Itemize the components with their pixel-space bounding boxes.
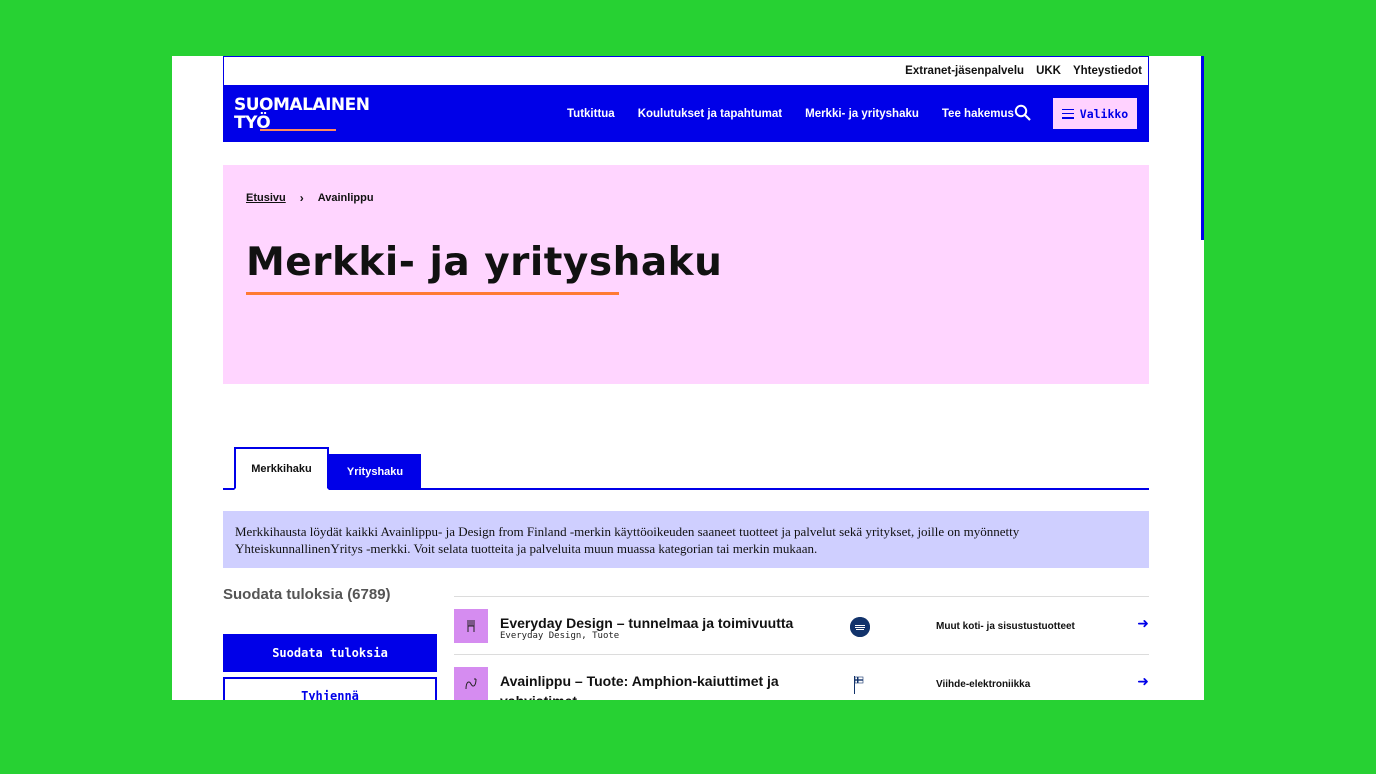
result-title[interactable]: Avainlippu – Tuote: Amphion-kaiuttimet j…: [500, 671, 800, 700]
page-scrollbar[interactable]: [1201, 56, 1204, 240]
logo-line1: SUOMALAINEN: [234, 95, 370, 115]
search-tabs: Merkkihaku Yrityshaku: [223, 447, 1149, 490]
faq-link[interactable]: UKK: [1036, 65, 1061, 77]
menu-button[interactable]: Valikko: [1053, 98, 1137, 129]
page-title: Merkki- ja yrityshaku: [246, 240, 723, 285]
clear-filter-button[interactable]: Tyhjennä: [223, 677, 437, 700]
avainlippu-flag-icon: [850, 675, 870, 695]
nav-item-apply[interactable]: Tee hakemus: [942, 108, 1014, 120]
results-list: Everyday Design – tunnelmaa ja toimivuut…: [454, 596, 1149, 700]
hamburger-icon: [1061, 108, 1074, 119]
nav-item-research[interactable]: Tutkittua: [567, 108, 615, 120]
main-nav: Tutkittua Koulutukset ja tapahtumat Merk…: [567, 85, 1014, 142]
logo-underline: [260, 129, 336, 131]
tab-merkkihaku[interactable]: Merkkihaku: [234, 447, 329, 490]
info-text: Merkkihausta löydät kaikki Avainlippu- j…: [235, 524, 1020, 556]
result-subtitle: Everyday Design, Tuote: [500, 631, 620, 641]
utility-bar: Extranet-jäsenpalvelu UKK Yhteystiedot: [223, 56, 1149, 85]
extranet-link[interactable]: Extranet-jäsenpalvelu: [905, 65, 1024, 77]
breadcrumb: Etusivu › Avainlippu: [246, 191, 374, 205]
clear-filter-label: Tyhjennä: [301, 689, 359, 700]
result-row[interactable]: Avainlippu – Tuote: Amphion-kaiuttimet j…: [454, 654, 1149, 700]
chevron-right-icon: ›: [299, 191, 304, 205]
result-category: Viihde-elektroniikka: [936, 679, 1031, 690]
filter-title: Suodata tuloksia (6789): [223, 586, 391, 603]
arrow-right-icon[interactable]: ➜: [1137, 615, 1149, 632]
chair-icon: [454, 609, 488, 643]
main-header: SUOMALAINEN TYÖ Tutkittua Koulutukset ja…: [223, 85, 1149, 142]
nav-item-mark-search[interactable]: Merkki- ja yrityshaku: [805, 108, 919, 120]
speaker-icon: [454, 667, 488, 700]
result-title[interactable]: Everyday Design – tunnelmaa ja toimivuut…: [500, 613, 800, 633]
arrow-right-icon[interactable]: ➜: [1137, 673, 1149, 690]
design-from-finland-badge-icon: [850, 617, 870, 637]
info-box: Merkkihausta löydät kaikki Avainlippu- j…: [223, 511, 1149, 568]
result-row[interactable]: Everyday Design – tunnelmaa ja toimivuut…: [454, 596, 1149, 654]
apply-filter-button[interactable]: Suodata tuloksia: [223, 634, 437, 672]
search-icon[interactable]: [1014, 104, 1032, 122]
hero-section: Etusivu › Avainlippu Merkki- ja yritysha…: [223, 165, 1149, 384]
title-underline: [246, 292, 619, 295]
result-category: Muut koti- ja sisustustuotteet: [936, 621, 1075, 632]
breadcrumb-current: Avainlippu: [317, 192, 374, 204]
tab-yrityshaku[interactable]: Yrityshaku: [329, 454, 421, 490]
contact-link[interactable]: Yhteystiedot: [1073, 65, 1142, 77]
menu-button-label: Valikko: [1079, 106, 1129, 121]
browser-viewport: Extranet-jäsenpalvelu UKK Yhteystiedot S…: [172, 56, 1204, 700]
breadcrumb-home-link[interactable]: Etusivu: [246, 192, 286, 204]
site-logo[interactable]: SUOMALAINEN TYÖ: [234, 95, 370, 132]
nav-item-events[interactable]: Koulutukset ja tapahtumat: [638, 108, 782, 120]
